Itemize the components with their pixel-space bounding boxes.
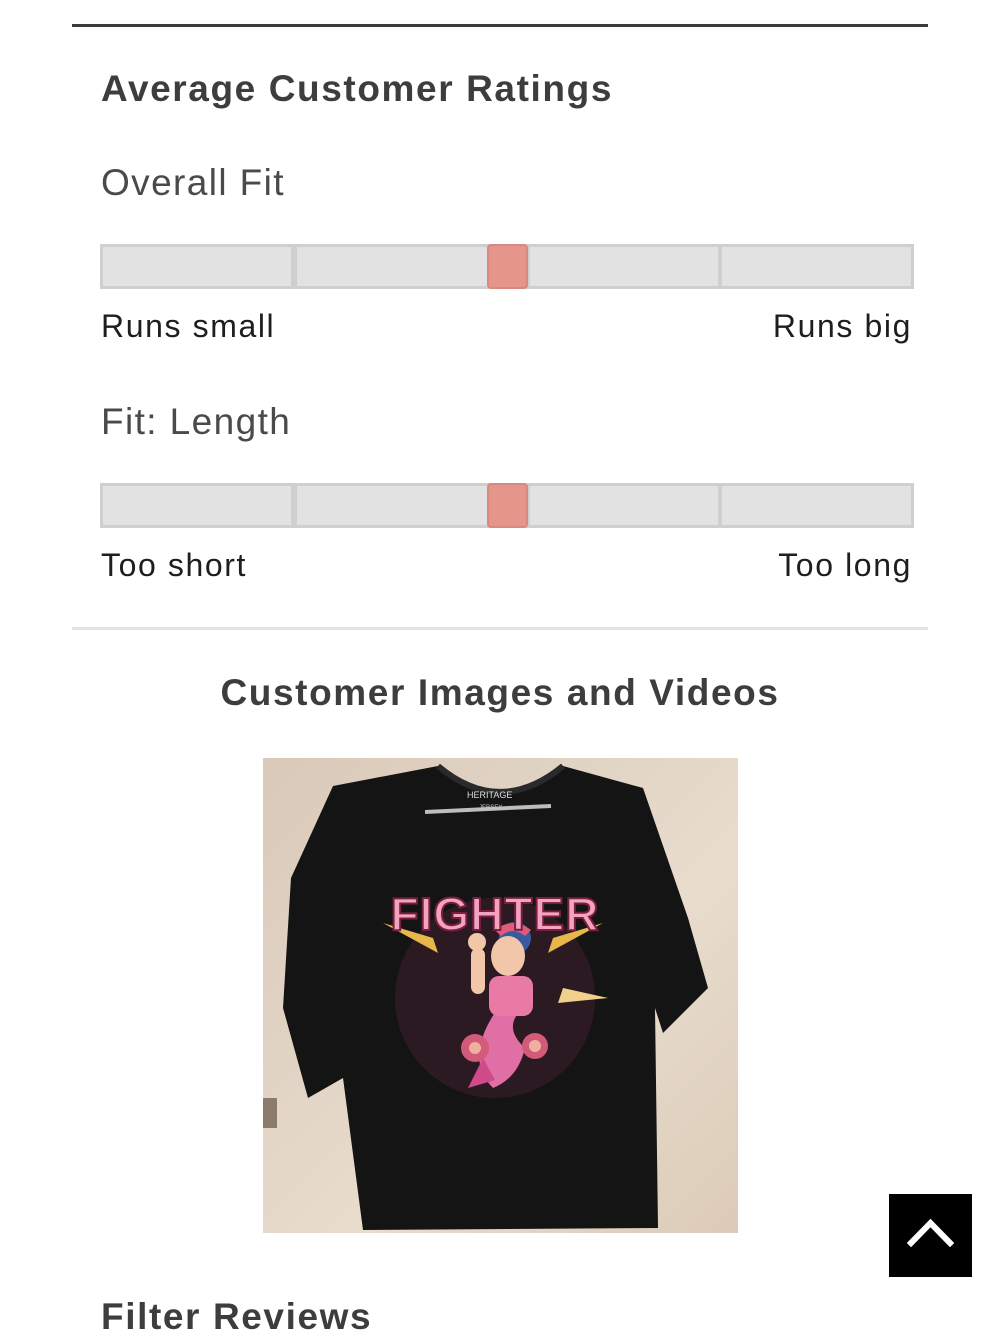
customer-media-heading: Customer Images and Videos bbox=[220, 672, 780, 713]
overall-fit-high-label: Runs big bbox=[772, 308, 912, 344]
meter-segment bbox=[719, 244, 914, 289]
tag-sub-text: JERSEY bbox=[479, 805, 502, 811]
section-divider-top bbox=[72, 24, 928, 27]
meter-segment bbox=[100, 244, 294, 289]
meter-segment bbox=[719, 483, 914, 528]
meter-segment bbox=[294, 244, 490, 289]
filter-reviews-heading: Filter Reviews bbox=[101, 1296, 373, 1333]
overall-fit-low-label: Runs small bbox=[101, 308, 276, 344]
customer-photo-image: HERITAGE JERSEY FIGHTER bbox=[263, 758, 738, 1233]
fit-length-meter bbox=[100, 483, 914, 528]
section-divider bbox=[72, 627, 928, 630]
customer-photo[interactable]: HERITAGE JERSEY FIGHTER bbox=[263, 758, 738, 1233]
fit-length-label: Fit: Length bbox=[101, 401, 292, 442]
meter-segment bbox=[100, 483, 294, 528]
meter-segment bbox=[527, 244, 721, 289]
back-to-top-button[interactable] bbox=[889, 1194, 972, 1277]
overall-fit-label: Overall Fit bbox=[101, 162, 285, 203]
tag-brand-text: HERITAGE bbox=[467, 790, 512, 800]
chevron-up-icon bbox=[906, 1218, 955, 1248]
fit-length-low-label: Too short bbox=[101, 547, 248, 583]
overall-fit-meter bbox=[100, 244, 914, 289]
fit-length-marker bbox=[487, 483, 528, 528]
meter-segment bbox=[294, 483, 490, 528]
overall-fit-marker bbox=[487, 244, 528, 289]
meter-segment bbox=[527, 483, 721, 528]
ratings-heading: Average Customer Ratings bbox=[101, 68, 613, 109]
fit-length-high-label: Too long bbox=[778, 547, 912, 583]
page: Average Customer Ratings Overall Fit Run… bbox=[0, 0, 1000, 1333]
shirt-graphic-text: FIGHTER bbox=[391, 888, 600, 940]
